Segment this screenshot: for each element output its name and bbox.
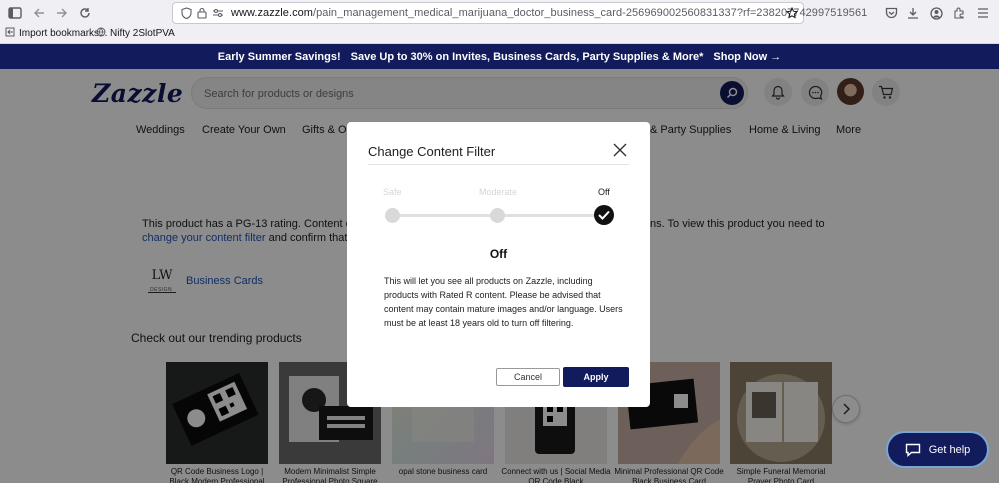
checkmark-icon [598,210,610,220]
menu-icon[interactable] [972,3,994,23]
lock-icon[interactable] [195,6,209,20]
close-icon [613,143,627,157]
bookmark-star-icon[interactable] [785,6,799,20]
get-help-label: Get help [928,443,971,456]
forward-arrow-icon[interactable] [51,3,73,23]
import-icon [5,27,15,40]
close-button[interactable] [612,142,628,158]
shield-icon[interactable] [179,6,193,20]
url-text[interactable]: www.zazzle.com/pain_management_medical_m… [231,7,867,19]
level-selected-off[interactable] [594,205,614,225]
level-dot-safe[interactable] [385,208,400,223]
content-filter-modal: Change Content Filter Safe Moderate Off … [347,122,650,407]
bookmark-nifty[interactable]: Nifty 2SlotPVA [96,27,175,40]
modal-divider [368,164,629,165]
promo-cta-link[interactable]: Shop Now → [713,51,781,63]
pocket-icon[interactable] [880,3,902,23]
level-label-safe[interactable]: Safe [383,187,402,197]
reload-icon[interactable] [74,3,96,23]
permissions-icon[interactable] [211,6,225,20]
browser-chrome: www.zazzle.com/pain_management_medical_m… [0,0,999,44]
address-bar[interactable]: www.zazzle.com/pain_management_medical_m… [172,2,867,24]
promo-banner[interactable]: Early Summer Savings! Save Up to 30% on … [0,44,999,69]
bookmark-label: Import bookmarks... [19,28,108,39]
selected-level-title: Off [489,247,508,261]
level-label-moderate[interactable]: Moderate [479,187,517,197]
extensions-icon[interactable] [948,3,970,23]
level-dot-moderate[interactable] [490,208,505,223]
downloads-icon[interactable] [902,3,924,23]
globe-icon [96,27,106,40]
sidebar-toggle-icon[interactable] [4,3,26,23]
promo-offer: Save Up to 30% on Invites, Business Card… [350,50,704,63]
modal-title: Change Content Filter [368,144,496,159]
cancel-button[interactable]: Cancel [496,368,560,386]
back-arrow-icon[interactable] [28,3,50,23]
level-label-off[interactable]: Off [598,187,610,197]
get-help-button[interactable]: Get help [888,433,987,466]
account-icon[interactable] [925,3,947,23]
bookmark-label: Nifty 2SlotPVA [110,28,175,39]
promo-headline: Early Summer Savings! [217,50,341,63]
bookmark-import[interactable]: Import bookmarks... [5,27,107,40]
chat-icon [905,443,920,457]
apply-button[interactable]: Apply [563,367,629,387]
filter-description: This will let you see all products on Za… [384,276,623,328]
